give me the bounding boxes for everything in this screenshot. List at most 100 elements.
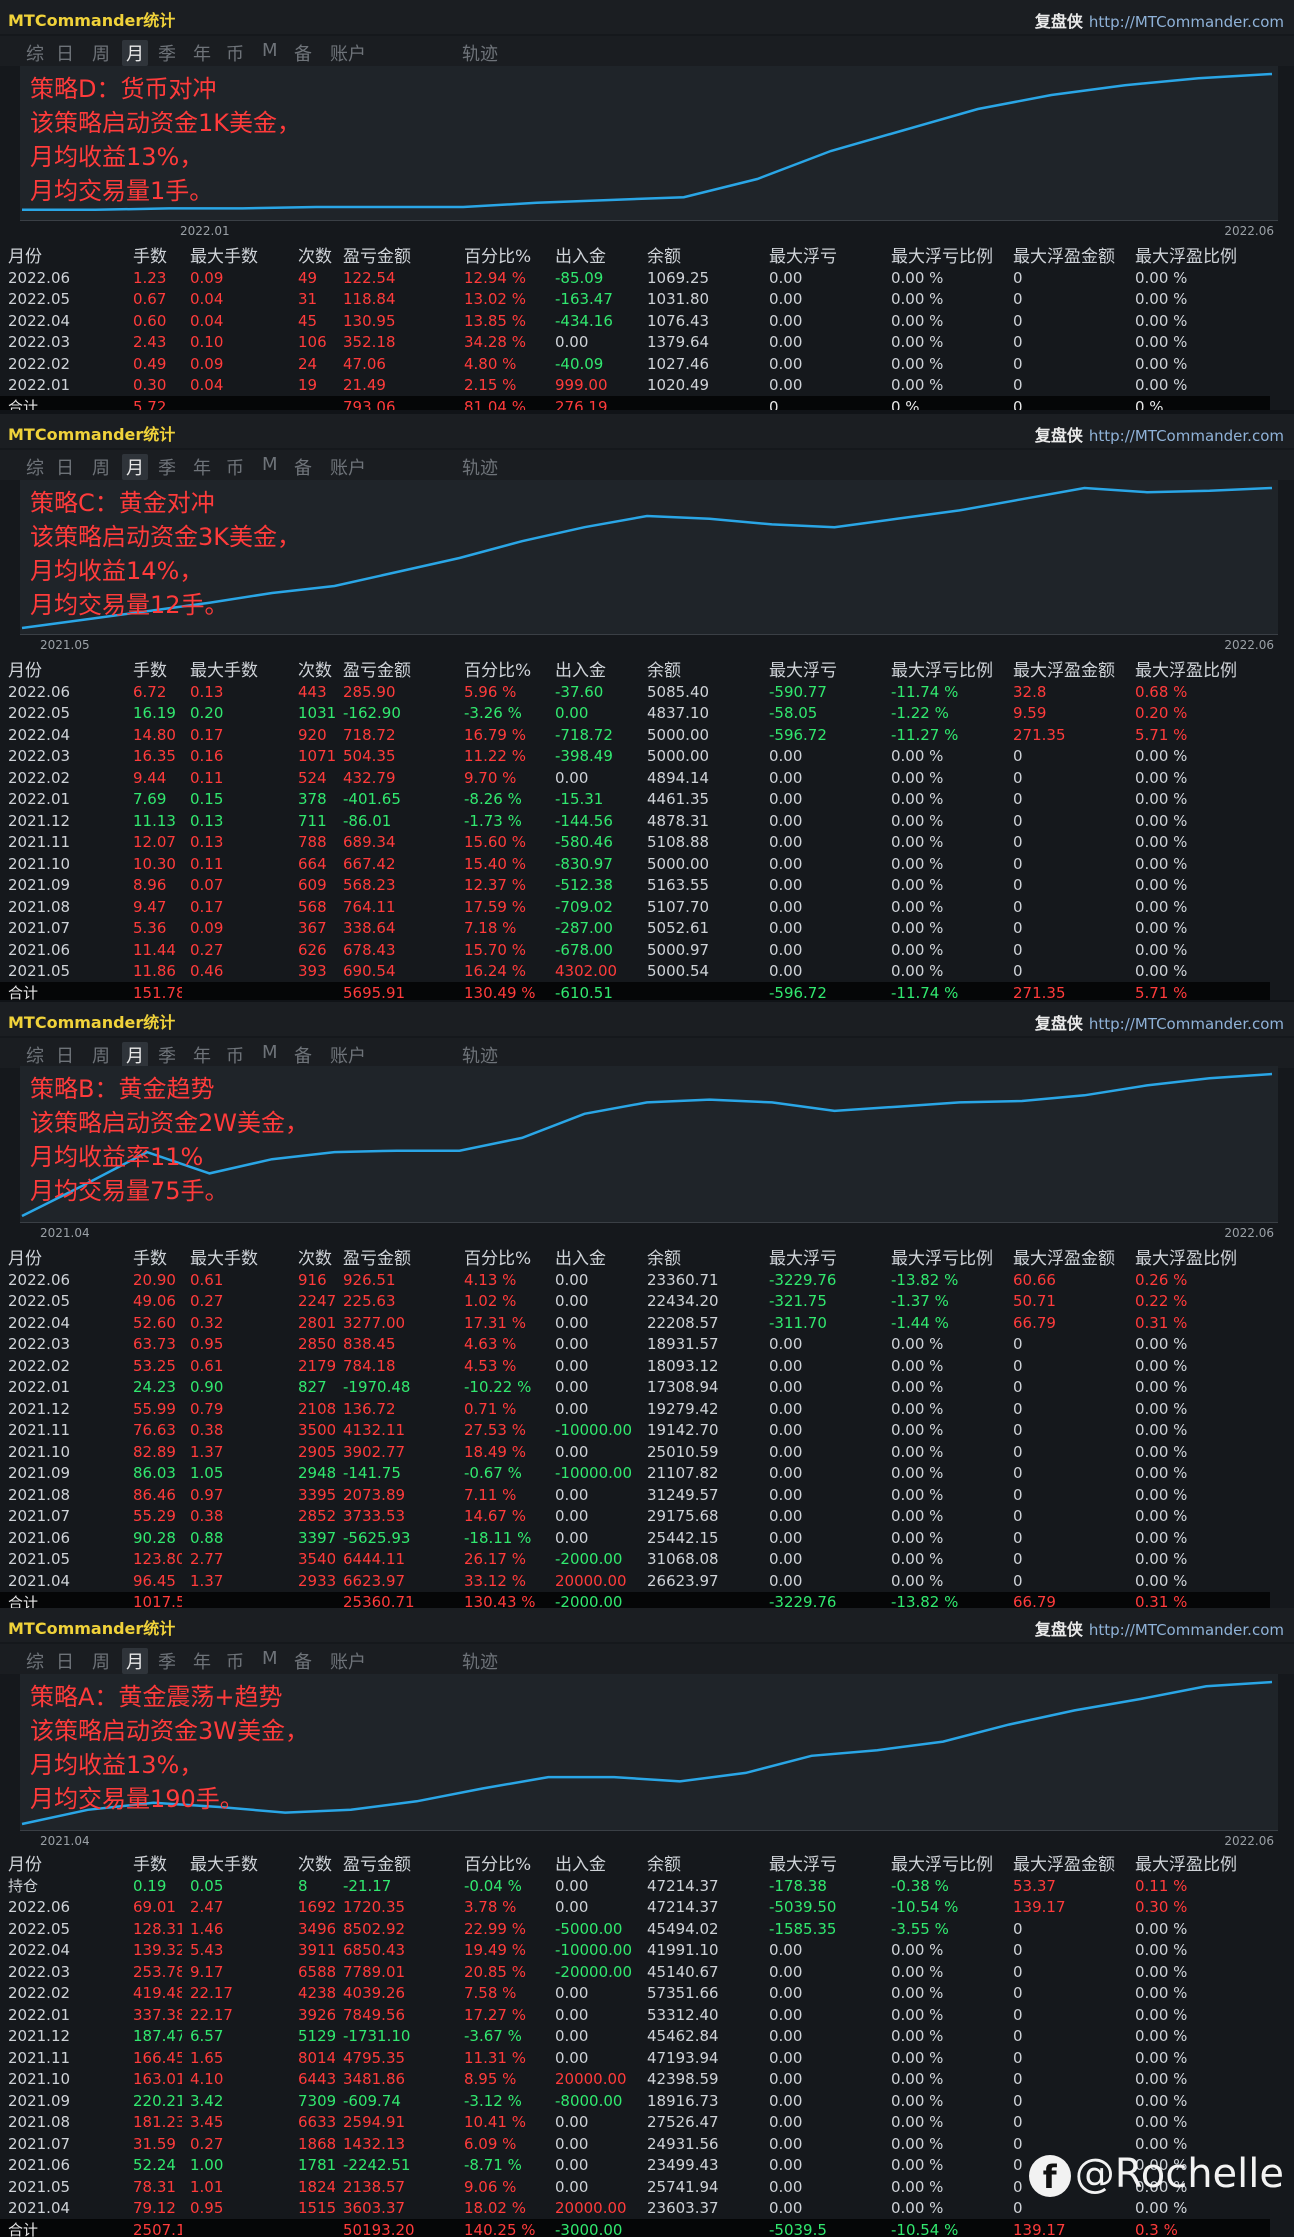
- table-row[interactable]: 2021.09 8.96 0.07 609 568.23 12.37 % -512.38 51…: [0, 875, 1270, 897]
- tab-7[interactable]: M: [262, 1648, 278, 1669]
- column-header[interactable]: 次数: [290, 1244, 335, 1269]
- column-header[interactable]: 手数: [125, 1244, 182, 1269]
- tab-8[interactable]: 备: [294, 454, 312, 480]
- column-header[interactable]: 月份: [0, 656, 125, 681]
- brand[interactable]: 复盘侠 http://MTCommander.com: [1035, 8, 1284, 32]
- table-row[interactable]: 2022.05 0.67 0.04 31 118.84 13.02 % -163.47 103…: [0, 289, 1270, 311]
- tab-0[interactable]: 综: [26, 1042, 44, 1068]
- column-header[interactable]: 最大浮亏比例: [883, 656, 1005, 681]
- column-header[interactable]: 最大手数: [182, 1850, 290, 1875]
- table-row[interactable]: 2021.12 187.47 6.57 5129 -1731.10 -3.67 % 0.00…: [0, 2026, 1270, 2048]
- tab-4[interactable]: 季: [158, 1042, 176, 1068]
- tab-6[interactable]: 币: [226, 454, 244, 480]
- tab-3[interactable]: 月: [122, 454, 148, 480]
- table-row[interactable]: 2022.04 139.32 5.43 3911 6850.43 19.49 % -1000…: [0, 1940, 1270, 1962]
- column-header[interactable]: 最大手数: [182, 656, 290, 681]
- tab-8[interactable]: 备: [294, 40, 312, 66]
- tab-3[interactable]: 月: [122, 1042, 148, 1068]
- column-header[interactable]: 最大浮盈比例: [1127, 242, 1270, 267]
- column-header[interactable]: 出入金: [547, 656, 639, 681]
- table-row[interactable]: 2021.06 11.44 0.27 626 678.43 15.70 % -678.00 5…: [0, 939, 1270, 961]
- tab-0[interactable]: 综: [26, 454, 44, 480]
- column-header[interactable]: 最大手数: [182, 1244, 290, 1269]
- table-row[interactable]: 2021.12 55.99 0.79 2108 136.72 0.71 % 0.00 1927…: [0, 1398, 1270, 1420]
- tab-10[interactable]: 轨迹: [462, 40, 498, 66]
- table-row[interactable]: 2021.09 86.03 1.05 2948 -141.75 -0.67 % -10000…: [0, 1463, 1270, 1485]
- table-row[interactable]: 2022.02 419.48 22.17 4238 4039.26 7.58 % 0.00 5…: [0, 1983, 1270, 2005]
- column-header[interactable]: 最大浮盈比例: [1127, 656, 1270, 681]
- table-row[interactable]: 2021.07 5.36 0.09 367 338.64 7.18 % -287.00 505…: [0, 918, 1270, 940]
- tab-9[interactable]: 账户: [330, 454, 366, 480]
- column-header[interactable]: 最大浮盈金额: [1005, 1850, 1127, 1875]
- brand[interactable]: 复盘侠 http://MTCommander.com: [1035, 1616, 1284, 1640]
- column-header[interactable]: 百分比%: [456, 1244, 547, 1269]
- table-row[interactable]: 2021.12 11.13 0.13 711 -86.01 -1.73 % -144.56 4…: [0, 810, 1270, 832]
- tab-4[interactable]: 季: [158, 40, 176, 66]
- tab-1[interactable]: 日: [56, 454, 74, 480]
- table-row[interactable]: 2022.06 20.90 0.61 916 926.51 4.13 % 0.00 23360…: [0, 1269, 1270, 1291]
- tab-9[interactable]: 账户: [330, 40, 366, 66]
- table-row[interactable]: 2021.05 123.80 2.77 3540 6444.11 26.17 % -2000…: [0, 1549, 1270, 1571]
- table-row[interactable]: 2022.03 63.73 0.95 2850 838.45 4.63 % 0.00 1893…: [0, 1334, 1270, 1356]
- tab-5[interactable]: 年: [193, 1648, 211, 1674]
- table-row[interactable]: 2022.04 0.60 0.04 45 130.95 13.85 % -434.16 107…: [0, 310, 1270, 332]
- table-row[interactable]: 2022.02 9.44 0.11 524 432.79 9.70 % 0.00 4894.1…: [0, 767, 1270, 789]
- table-row[interactable]: 2021.04 96.45 1.37 2933 6623.97 33.12 % 20000.…: [0, 1570, 1270, 1592]
- brand-url[interactable]: http://MTCommander.com: [1089, 427, 1284, 445]
- table-row[interactable]: 2021.05 11.86 0.46 393 690.54 16.24 % 4302.00 5…: [0, 961, 1270, 983]
- column-header[interactable]: 百分比%: [456, 656, 547, 681]
- table-row[interactable]: 2022.01 7.69 0.15 378 -401.65 -8.26 % -15.31 44…: [0, 789, 1270, 811]
- tab-7[interactable]: M: [262, 40, 278, 61]
- tab-8[interactable]: 备: [294, 1648, 312, 1674]
- column-header[interactable]: 手数: [125, 656, 182, 681]
- table-row[interactable]: 2022.06 69.01 2.47 1692 1720.35 3.78 % 0.00 472…: [0, 1897, 1270, 1919]
- column-header[interactable]: 盈亏金额: [335, 242, 456, 267]
- tab-1[interactable]: 日: [56, 1042, 74, 1068]
- tab-7[interactable]: M: [262, 454, 278, 475]
- tab-2[interactable]: 周: [92, 454, 110, 480]
- tab-0[interactable]: 综: [26, 1648, 44, 1674]
- tab-0[interactable]: 综: [26, 40, 44, 66]
- table-row[interactable]: 2021.08 9.47 0.17 568 764.11 17.59 % -709.02 51…: [0, 896, 1270, 918]
- column-header[interactable]: 出入金: [547, 1244, 639, 1269]
- column-header[interactable]: 最大浮盈比例: [1127, 1244, 1270, 1269]
- tab-4[interactable]: 季: [158, 454, 176, 480]
- column-header[interactable]: 最大浮盈比例: [1127, 1850, 1270, 1875]
- tab-9[interactable]: 账户: [330, 1042, 366, 1068]
- column-header[interactable]: 出入金: [547, 242, 639, 267]
- column-header[interactable]: 盈亏金额: [335, 656, 456, 681]
- tab-7[interactable]: M: [262, 1042, 278, 1063]
- tab-1[interactable]: 日: [56, 1648, 74, 1674]
- tab-6[interactable]: 币: [226, 40, 244, 66]
- table-row[interactable]: 2021.10 163.01 4.10 6443 3481.86 8.95 % 20000.…: [0, 2069, 1270, 2091]
- column-header[interactable]: 最大浮亏比例: [883, 1244, 1005, 1269]
- table-row[interactable]: 2021.08 86.46 0.97 3395 2073.89 7.11 % 0.00 312…: [0, 1484, 1270, 1506]
- tab-10[interactable]: 轨迹: [462, 1042, 498, 1068]
- column-header[interactable]: 最大浮盈金额: [1005, 242, 1127, 267]
- column-header[interactable]: 月份: [0, 1850, 125, 1875]
- column-header[interactable]: 余额: [639, 242, 761, 267]
- tab-6[interactable]: 币: [226, 1042, 244, 1068]
- column-header[interactable]: 盈亏金额: [335, 1244, 456, 1269]
- table-row[interactable]: 2021.04 79.12 0.95 1515 3603.37 18.02 % 20000.…: [0, 2198, 1270, 2220]
- table-row[interactable]: 2022.03 16.35 0.16 1071 504.35 11.22 % -398.49…: [0, 746, 1270, 768]
- tab-8[interactable]: 备: [294, 1042, 312, 1068]
- table-row[interactable]: 2022.02 53.25 0.61 2179 784.18 4.53 % 0.00 1809…: [0, 1355, 1270, 1377]
- table-row[interactable]: 2022.05 16.19 0.20 1031 -162.90 -3.26 % 0.00 48…: [0, 703, 1270, 725]
- column-header[interactable]: 余额: [639, 1244, 761, 1269]
- column-header[interactable]: 盈亏金额: [335, 1850, 456, 1875]
- table-row[interactable]: 2022.01 0.30 0.04 19 21.49 2.15 % 999.00 1020.4…: [0, 375, 1270, 397]
- tab-2[interactable]: 周: [92, 1042, 110, 1068]
- brand[interactable]: 复盘侠 http://MTCommander.com: [1035, 422, 1284, 446]
- brand-url[interactable]: http://MTCommander.com: [1089, 1015, 1284, 1033]
- brand-url[interactable]: http://MTCommander.com: [1089, 13, 1284, 31]
- column-header[interactable]: 次数: [290, 1850, 335, 1875]
- table-row[interactable]: 2021.08 181.23 3.45 6633 2594.91 10.41 % 0.00 2…: [0, 2112, 1270, 2134]
- tab-5[interactable]: 年: [193, 40, 211, 66]
- tab-4[interactable]: 季: [158, 1648, 176, 1674]
- tab-5[interactable]: 年: [193, 454, 211, 480]
- tab-6[interactable]: 币: [226, 1648, 244, 1674]
- table-row[interactable]: 2022.01 337.38 22.17 3926 7849.56 17.27 % 0.00…: [0, 2004, 1270, 2026]
- column-header[interactable]: 最大浮亏比例: [883, 1850, 1005, 1875]
- tab-3[interactable]: 月: [122, 40, 148, 66]
